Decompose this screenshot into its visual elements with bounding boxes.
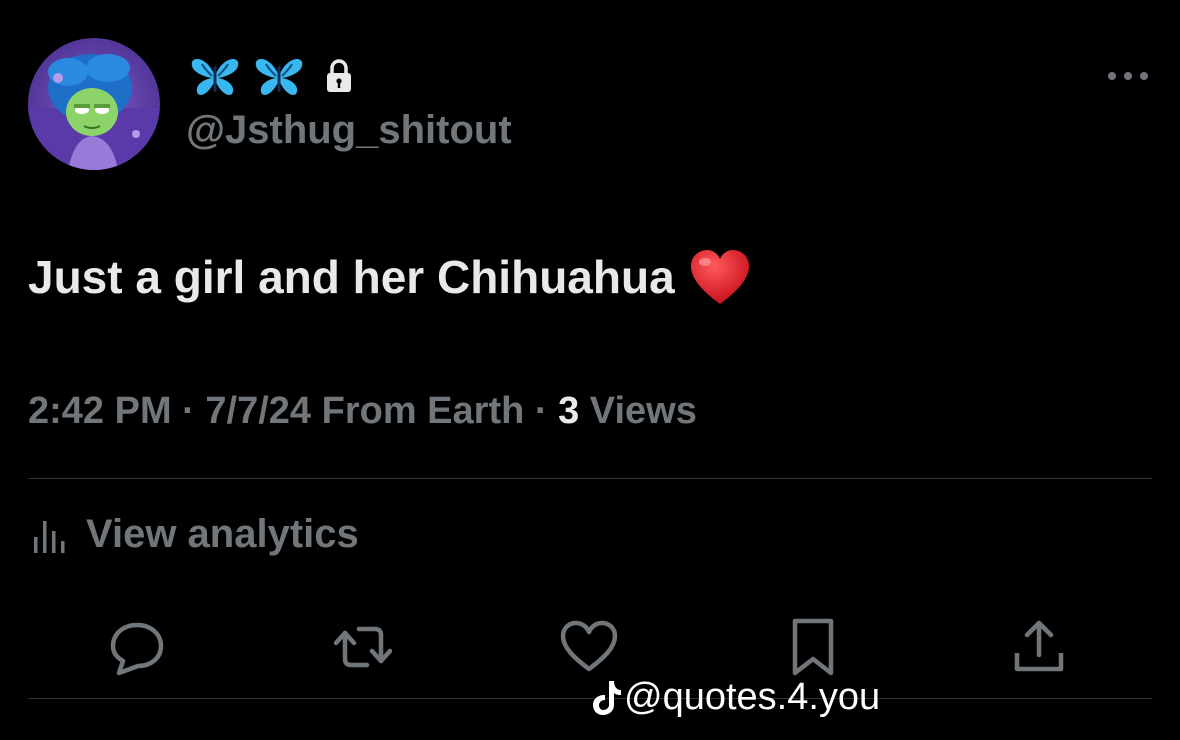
avatar-image: [28, 38, 160, 170]
reply-icon: [110, 622, 164, 676]
like-button[interactable]: [554, 612, 624, 682]
view-analytics-label: View analytics: [86, 512, 359, 556]
reply-button[interactable]: [102, 612, 172, 682]
divider: [28, 478, 1152, 479]
tweet-date[interactable]: 7/7/24: [205, 390, 311, 432]
more-options-icon[interactable]: [1106, 66, 1150, 86]
avatar[interactable]: [28, 38, 160, 170]
retweet-icon: [333, 626, 393, 668]
display-name[interactable]: [190, 52, 354, 100]
tweet-detail-view: @Jsthug_shitout Just a girl and her Chih…: [0, 0, 1180, 740]
share-icon: [1014, 620, 1064, 672]
lock-icon: [327, 59, 351, 92]
tweet-source: From Earth: [311, 390, 525, 432]
bookmark-icon: [792, 618, 834, 676]
analytics-icon: [34, 520, 65, 553]
divider: [28, 698, 1152, 699]
meta-separator: ·: [171, 390, 206, 432]
tweet-text: Just a girl and her Chihuahua: [28, 248, 751, 306]
tweet-time[interactable]: 2:42 PM: [28, 390, 172, 432]
meta-separator: ·: [524, 390, 559, 432]
like-icon: [560, 620, 618, 672]
tweet-body: Just a girl and her Chihuahua: [28, 251, 675, 303]
butterfly-icon: [191, 58, 239, 95]
share-button[interactable]: [1004, 612, 1074, 682]
red-heart-emoji: [690, 250, 749, 304]
user-handle[interactable]: @Jsthug_shitout: [186, 108, 512, 153]
watermark-text: @quotes.4.you: [624, 676, 881, 718]
tweet-meta: 2:42 PM · 7/7/24 From Earth · 3 Views: [28, 390, 697, 433]
views-count: 3: [558, 390, 580, 432]
retweet-button[interactable]: [328, 612, 398, 682]
tiktok-watermark: @quotes.4.you: [592, 676, 880, 719]
butterfly-icon: [255, 58, 303, 95]
tiktok-icon: [593, 680, 621, 715]
bookmark-button[interactable]: [778, 612, 848, 682]
view-analytics-button[interactable]: View analytics: [30, 512, 359, 557]
views-label: Views: [579, 390, 697, 432]
